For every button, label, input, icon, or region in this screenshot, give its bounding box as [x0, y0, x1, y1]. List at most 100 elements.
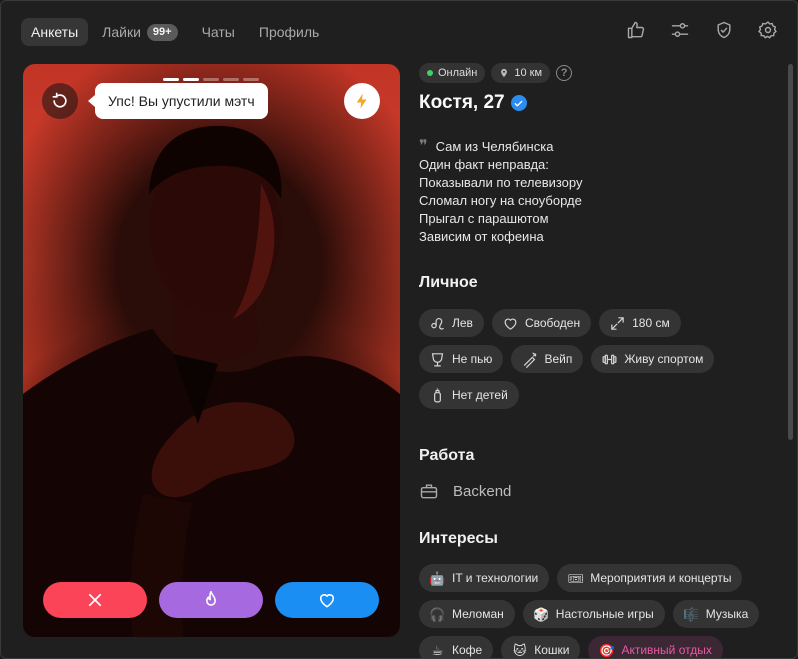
heart-icon	[319, 594, 335, 608]
bio-line: Один факт неправда:	[419, 157, 549, 172]
dumbbell-icon	[602, 354, 617, 364]
chip-label: Настольные игры	[555, 607, 654, 621]
interest-chip: 🐱 Кошки	[501, 636, 581, 658]
quote-icon: ❞	[419, 136, 428, 155]
target-icon: 🎯	[598, 642, 616, 658]
personal-chips: Лев Свободен 180 см Не пью Вейп Живу спо…	[419, 309, 749, 409]
app-window: Анкеты Лайки 99+ Чаты Профиль Упс! Вы уп…	[0, 0, 798, 659]
profile-photo	[23, 125, 400, 637]
work-title: Работа	[419, 447, 475, 464]
headphones-icon: 🎧	[429, 606, 446, 622]
chip-smoking: Вейп	[511, 345, 584, 373]
chip-alcohol: Не пью	[419, 345, 504, 373]
chip-label: Меломан	[452, 607, 504, 621]
like-button[interactable]	[275, 582, 379, 618]
tab-profile-label: Профиль	[258, 24, 320, 40]
profile-photo-card[interactable]: Упс! Вы упустили мэтч	[23, 64, 400, 637]
photo-progress	[163, 78, 259, 81]
ticket-icon: 🎟	[567, 570, 584, 586]
close-icon	[88, 593, 102, 607]
top-nav: Анкеты Лайки 99+ Чаты Профиль	[21, 18, 329, 46]
chip-children: Нет детей	[419, 381, 519, 409]
chip-height: 180 см	[599, 309, 681, 337]
undo-button[interactable]	[42, 83, 78, 119]
interest-chip: 🤖 IT и технологии	[419, 564, 550, 592]
briefcase-icon	[420, 484, 438, 499]
swipe-actions	[43, 582, 379, 618]
header-actions	[625, 19, 779, 41]
leo-icon	[431, 317, 444, 330]
chip-label: Активный отдых	[621, 643, 712, 657]
online-dot	[427, 70, 433, 76]
chip-label: Музыка	[705, 607, 749, 621]
distance-label: 10 км	[514, 67, 543, 79]
interest-chip: ☕ Кофе	[419, 636, 494, 658]
work-value: Backend	[453, 482, 512, 500]
chip-label: Лев	[452, 316, 473, 330]
heart-outline-icon	[504, 318, 517, 330]
help-icon[interactable]: ?	[556, 65, 573, 81]
chip-label: Свободен	[524, 316, 581, 330]
bottle-icon	[434, 388, 441, 402]
status-row: Онлайн 10 км ?	[419, 63, 779, 83]
flame-icon	[206, 590, 216, 606]
tab-chats-label: Чаты	[201, 24, 235, 40]
robot-icon: 🤖	[429, 570, 446, 586]
location-pin-icon	[501, 68, 508, 78]
chip-label: Не пью	[452, 352, 493, 366]
chip-label: Живу спортом	[624, 352, 704, 366]
distance-badge: 10 км	[491, 63, 551, 83]
name-row: Костя, 27	[419, 92, 779, 114]
interests-chips: 🤖 IT и технологии 🎟 Мероприятия и концерты…	[419, 564, 779, 658]
personal-title: Личное	[419, 274, 478, 291]
interest-chip: 🎼 Музыка	[672, 600, 760, 628]
bio-line: ❞ Сам из Челябинска	[419, 137, 779, 156]
coffee-icon: ☕	[431, 642, 444, 658]
verified-icon	[510, 95, 527, 111]
chip-label: Кошки	[534, 643, 570, 657]
chip-relationship: Свободен	[491, 309, 592, 337]
cat-icon: 🐱	[512, 642, 527, 658]
chip-label: 180 см	[632, 316, 670, 330]
tab-likes[interactable]: Лайки 99+	[92, 18, 187, 46]
lightning-icon	[356, 93, 367, 109]
dislike-button[interactable]	[43, 582, 147, 618]
interest-chip: 🎧 Меломан	[419, 600, 515, 628]
shield-check-icon[interactable]	[713, 19, 735, 41]
tab-likes-label: Лайки	[102, 24, 141, 40]
online-label: Онлайн	[438, 67, 478, 79]
scrollbar[interactable]	[788, 64, 793, 440]
vape-icon	[524, 352, 537, 368]
likes-count-badge: 99+	[146, 23, 178, 41]
chip-label: Нет детей	[452, 388, 508, 402]
progress-segment	[223, 78, 239, 81]
expand-icon	[611, 316, 624, 330]
online-badge: Онлайн	[419, 63, 486, 83]
chip-label: Кофе	[452, 643, 483, 657]
dice-icon: 🎲	[533, 606, 550, 622]
progress-segment	[203, 78, 219, 81]
progress-segment	[163, 78, 179, 81]
tab-profile[interactable]: Профиль	[249, 18, 329, 46]
bio-line-text: Сам из Челябинска	[435, 139, 554, 154]
superlike-button[interactable]	[159, 582, 263, 618]
bio-line: Показывали по телевизору	[419, 175, 583, 190]
interests-title: Интересы	[419, 530, 498, 547]
undo-icon	[52, 92, 67, 108]
chip-label: Вейп	[544, 352, 573, 366]
profile-name: Костя, 27	[419, 92, 505, 113]
interest-chip-highlighted: 🎯 Активный отдых	[588, 636, 723, 658]
bio-line: Зависим от кофеина	[419, 229, 544, 244]
bio-line: Сломал ногу на сноуборде	[419, 193, 582, 208]
gear-icon[interactable]	[757, 19, 779, 41]
work-row: Backend	[419, 481, 779, 501]
interest-chip: 🎲 Настольные игры	[522, 600, 665, 628]
tab-profiles[interactable]: Анкеты	[21, 18, 89, 46]
tab-chats[interactable]: Чаты	[192, 18, 245, 46]
progress-segment	[183, 78, 199, 81]
sliders-icon[interactable]	[669, 19, 691, 41]
boost-button[interactable]	[344, 83, 380, 119]
missed-match-tooltip: Упс! Вы упустили мэтч	[88, 83, 268, 119]
thumbs-up-icon[interactable]	[625, 19, 647, 41]
bio-line: Прыгал с парашютом	[419, 211, 549, 226]
